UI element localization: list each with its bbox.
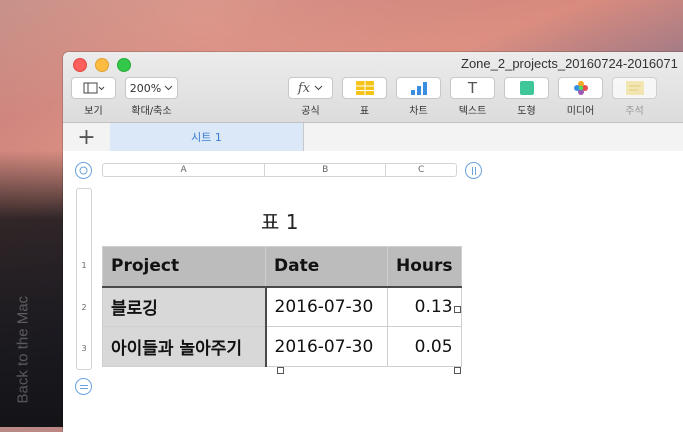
shape-icon xyxy=(519,81,534,95)
view-icon xyxy=(83,82,104,94)
chart-button[interactable] xyxy=(396,77,441,99)
cell-project[interactable]: 아이들과 놀아주기 xyxy=(102,326,267,367)
chart-label: 차트 xyxy=(409,106,428,117)
zoom-label: 확대/축소 xyxy=(131,106,172,117)
row-handle-icon xyxy=(79,384,88,389)
zoom-value: 200% xyxy=(129,81,162,95)
formula-icon: fx xyxy=(297,80,311,96)
comment-button[interactable] xyxy=(612,77,657,99)
table-row: 아이들과 놀아주기 2016-07-30 0.05 xyxy=(102,326,462,367)
row-header-2[interactable]: 2 xyxy=(76,303,92,312)
header-cell-hours[interactable]: Hours xyxy=(387,246,462,288)
comment-label: 주석 xyxy=(625,106,644,117)
text-button[interactable]: T xyxy=(450,77,495,99)
media-icon xyxy=(573,81,588,95)
data-table: Project Date Hours 블로깅 2016-07-30 0.13 아… xyxy=(102,246,462,367)
add-column-handle[interactable] xyxy=(465,162,482,179)
tab-sheet-1[interactable]: 시트 1 xyxy=(110,123,304,151)
chevron-down-icon xyxy=(314,85,323,91)
select-all-button[interactable] xyxy=(75,162,92,179)
cell-project[interactable]: 블로깅 xyxy=(102,286,267,327)
resize-handle-right[interactable] xyxy=(454,306,461,313)
watermark-text: Back to the Mac xyxy=(14,295,32,404)
circle-icon xyxy=(79,166,88,175)
resize-handle-corner[interactable] xyxy=(454,367,461,374)
media-label: 미디어 xyxy=(566,106,595,117)
column-header-c[interactable]: C xyxy=(386,164,456,176)
row-header-3[interactable]: 3 xyxy=(76,344,92,353)
desktop-dark-area xyxy=(0,150,64,427)
formula-label: 공식 xyxy=(301,106,320,117)
zoom-button[interactable] xyxy=(117,58,131,72)
cell-date[interactable]: 2016-07-30 xyxy=(265,326,388,367)
window-controls xyxy=(73,58,131,72)
cell-date[interactable]: 2016-07-30 xyxy=(265,286,388,327)
row-header-bar[interactable] xyxy=(76,188,92,370)
table-title[interactable]: 표 1 xyxy=(261,206,298,235)
cell-hours[interactable]: 0.05 xyxy=(387,326,462,367)
close-button[interactable] xyxy=(73,58,87,72)
sheet-canvas[interactable]: A B C 1 2 3 표 1 Project Date Hours 블로깅 2… xyxy=(63,151,683,432)
minimize-button[interactable] xyxy=(95,58,109,72)
numbers-window: Zone_2_projects_20160724-2016071 보기 200%… xyxy=(63,52,683,432)
shape-button[interactable] xyxy=(504,77,549,99)
resize-handle-bottom[interactable] xyxy=(277,367,284,374)
cell-hours[interactable]: 0.13 xyxy=(387,286,462,327)
comment-icon xyxy=(625,81,644,95)
chart-icon xyxy=(410,82,427,95)
table-button[interactable] xyxy=(342,77,387,99)
column-header-b[interactable]: B xyxy=(265,164,387,176)
column-header-bar[interactable]: A B C xyxy=(102,163,457,177)
view-button[interactable] xyxy=(71,77,116,99)
media-button[interactable] xyxy=(558,77,603,99)
sheet-tab-bar: + 시트 1 xyxy=(63,123,683,152)
text-icon: T xyxy=(467,79,478,97)
add-sheet-button[interactable]: + xyxy=(63,123,111,151)
text-label: 텍스트 xyxy=(458,106,487,117)
header-cell-project[interactable]: Project xyxy=(102,246,266,288)
table-header-row: Project Date Hours xyxy=(102,246,462,288)
toolbar: Zone_2_projects_20160724-2016071 보기 200%… xyxy=(63,52,683,123)
zoom-select[interactable]: 200% xyxy=(125,77,178,99)
chevron-down-icon xyxy=(164,85,173,91)
table-row: 블로깅 2016-07-30 0.13 xyxy=(102,286,462,327)
formula-button[interactable]: fx xyxy=(288,77,333,99)
column-handle-icon xyxy=(471,166,476,175)
table-icon xyxy=(355,81,374,95)
table-label: 표 xyxy=(359,106,370,117)
window-title: Zone_2_projects_20160724-2016071 xyxy=(461,56,678,71)
view-label: 보기 xyxy=(84,106,103,117)
column-header-a[interactable]: A xyxy=(103,164,266,176)
header-cell-date[interactable]: Date xyxy=(265,246,388,288)
shape-label: 도형 xyxy=(517,106,536,117)
row-header-1[interactable]: 1 xyxy=(76,261,92,270)
add-row-handle[interactable] xyxy=(75,378,92,395)
